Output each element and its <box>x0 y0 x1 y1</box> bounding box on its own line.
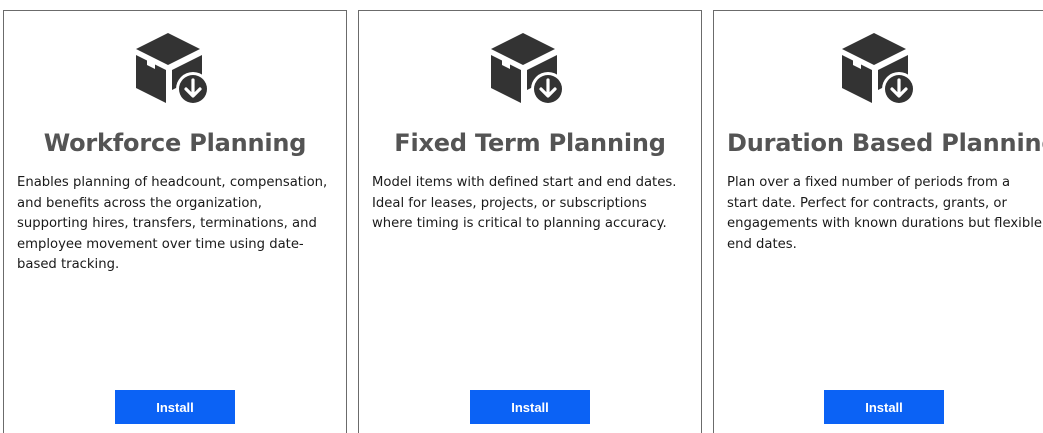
card-description: Enables planning of headcount, compensat… <box>17 175 328 272</box>
extension-cards: Workforce Planning Enables planning of h… <box>0 0 1043 433</box>
card-description: Plan over a fixed number of periods from… <box>727 175 1042 252</box>
card-duration-based-planning: Duration Based Planning Plan over a fixe… <box>713 10 1043 433</box>
package-download-icon <box>359 25 701 107</box>
install-button[interactable]: Install <box>470 390 590 424</box>
install-button[interactable]: Install <box>824 390 944 424</box>
package-download-icon <box>714 25 1043 107</box>
card-description: Model items with defined start and end d… <box>372 175 677 231</box>
card-fixed-term-planning: Fixed Term Planning Model items with def… <box>358 10 702 433</box>
card-title: Duration Based Planning <box>727 129 1043 157</box>
install-button[interactable]: Install <box>115 390 235 424</box>
card-title: Fixed Term Planning <box>394 129 666 157</box>
package-download-icon <box>4 25 346 107</box>
card-workforce-planning: Workforce Planning Enables planning of h… <box>3 10 347 433</box>
card-title: Workforce Planning <box>43 129 307 157</box>
